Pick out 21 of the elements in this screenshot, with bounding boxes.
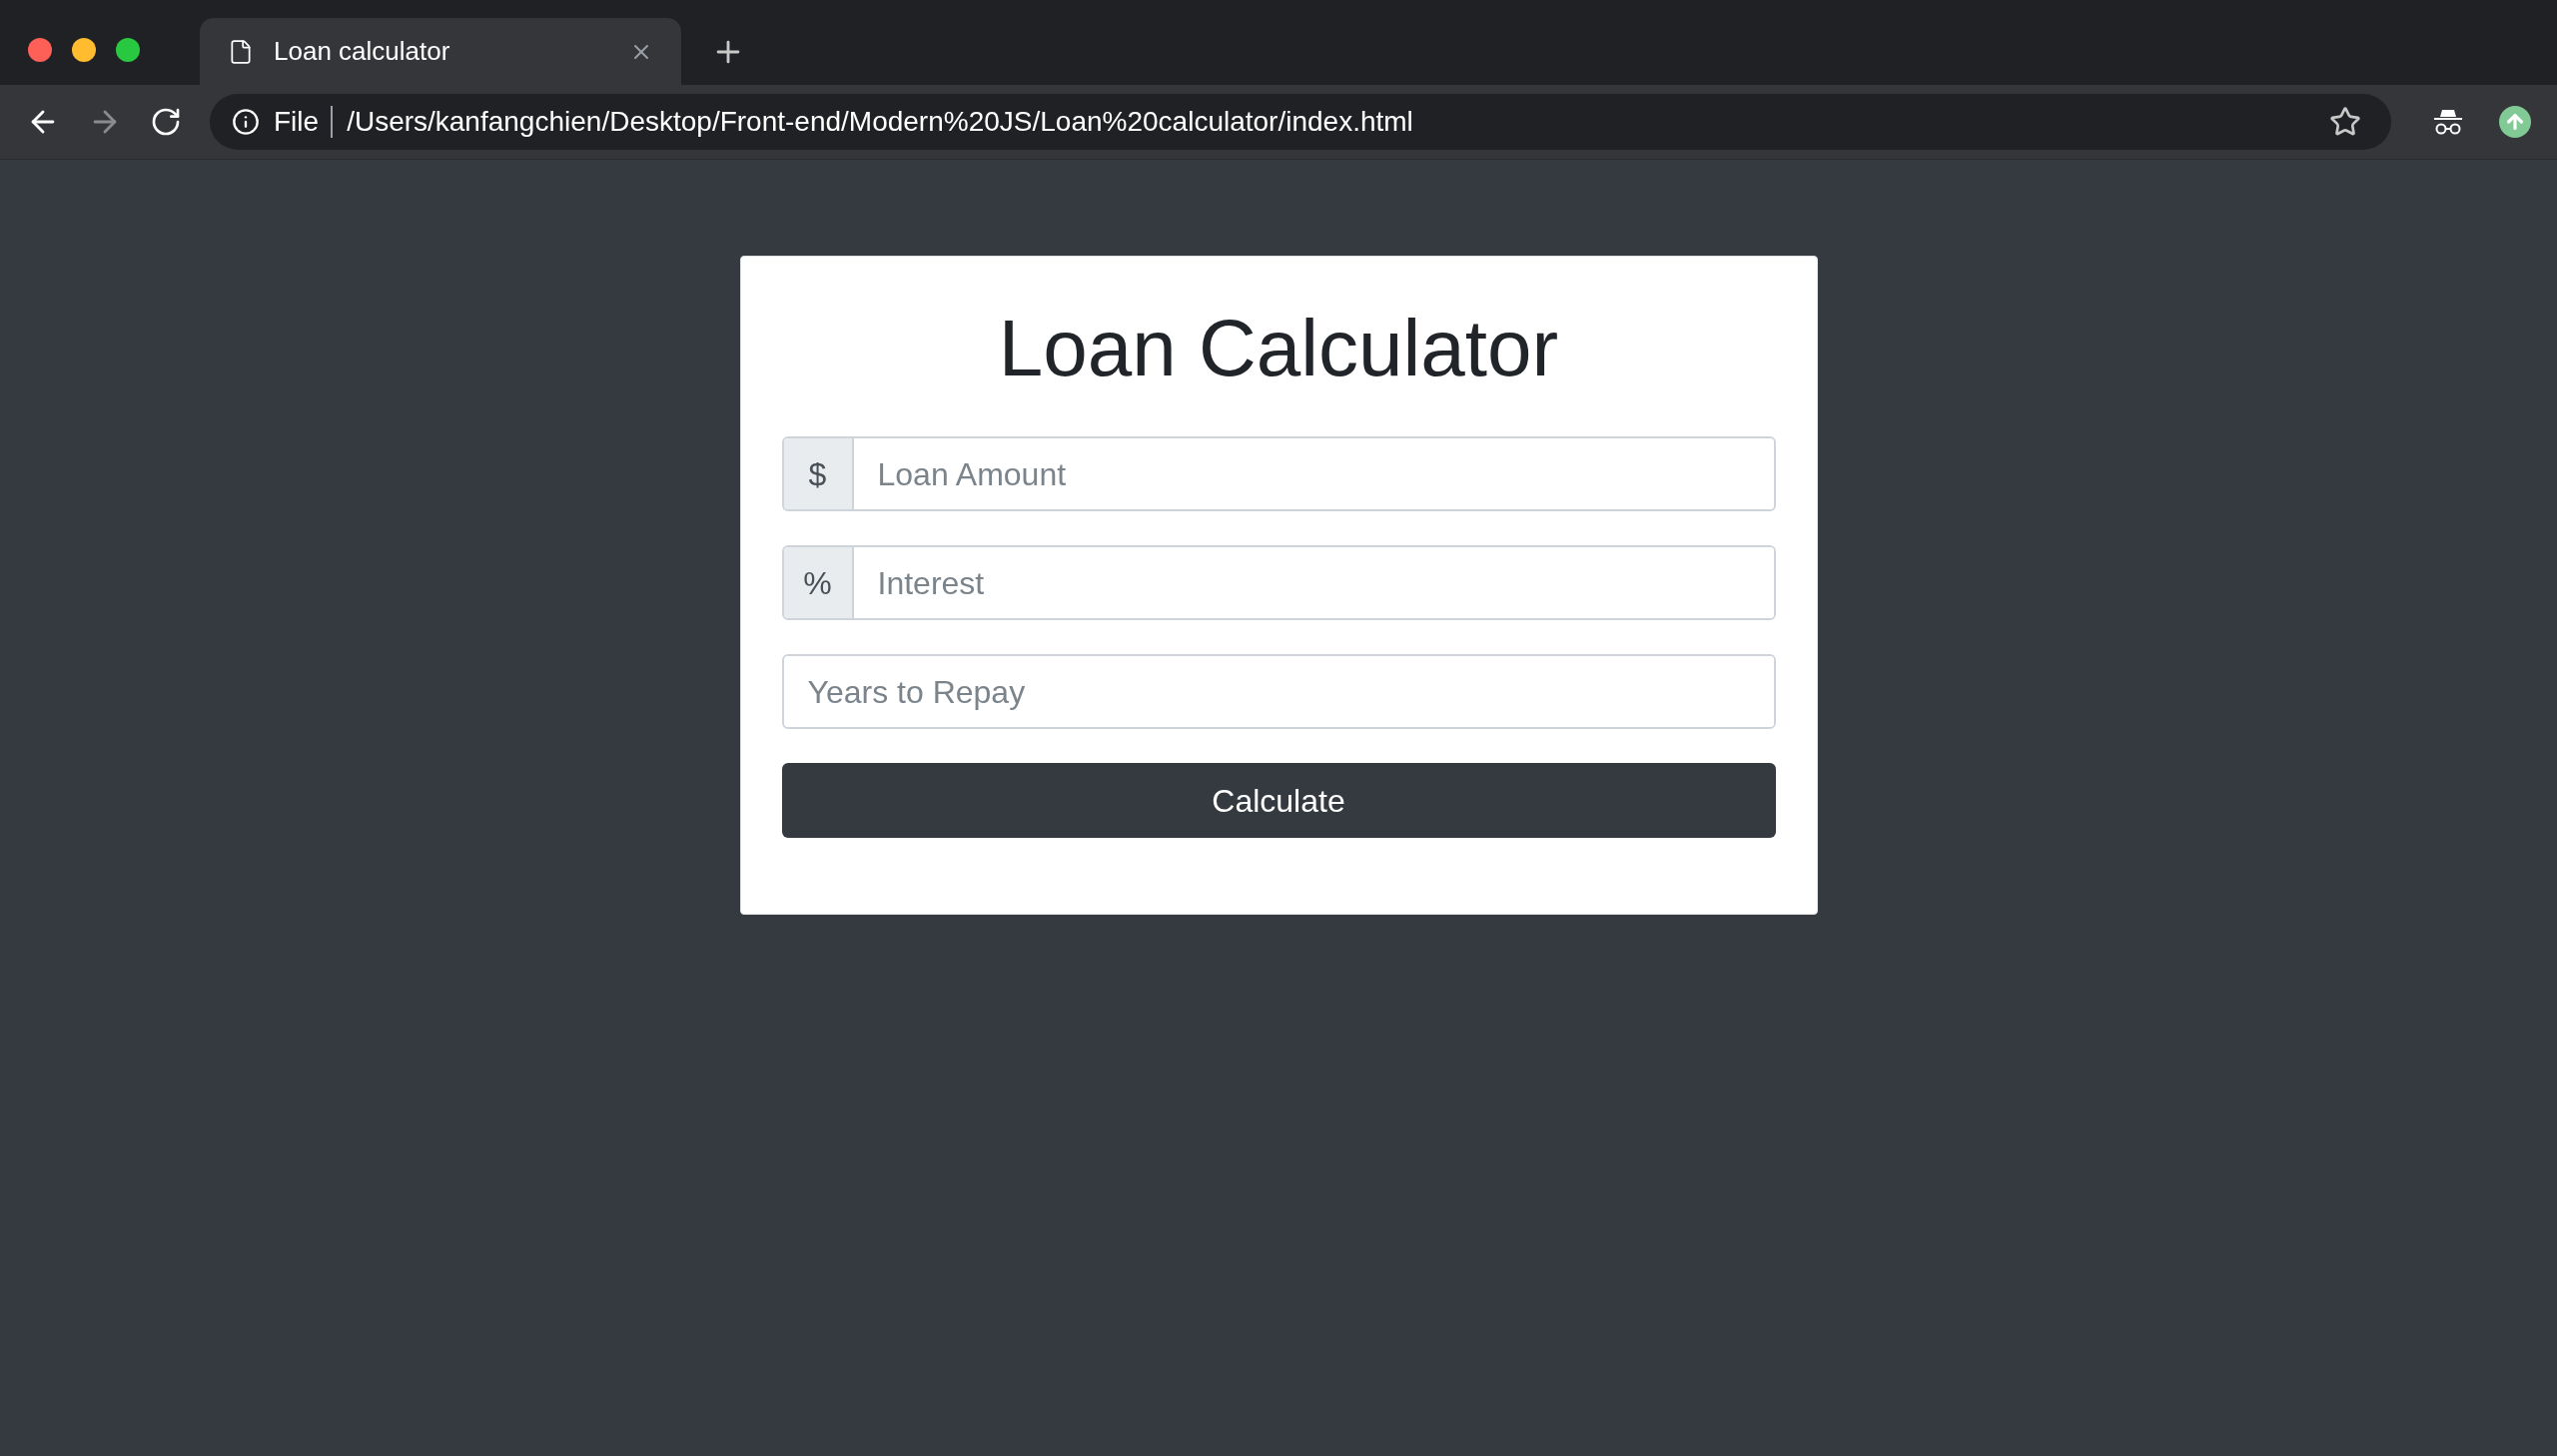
bookmark-star-icon[interactable] <box>2329 106 2361 138</box>
input-field[interactable]: $ Loan Amount <box>781 436 1776 511</box>
browser-tab[interactable]: Loan calculator <box>200 18 681 85</box>
input-field[interactable]: % Interest <box>781 545 1776 620</box>
close-window-icon[interactable] <box>28 37 52 62</box>
scheme-label: File <box>274 106 334 138</box>
maximize-window-icon[interactable] <box>116 37 140 62</box>
minimize-window-icon[interactable] <box>72 37 96 62</box>
input-prefix: % <box>783 547 854 618</box>
address-bar[interactable]: File /Users/kanfangchien/Desktop/Front-end/Modern%20JS/Loan%20calculator/index.html <box>210 94 2391 150</box>
input-field[interactable]: Years to Repay <box>781 654 1776 729</box>
calculate-button[interactable]: Calculate <box>781 763 1776 838</box>
update-icon[interactable] <box>2499 106 2531 138</box>
tab-title: Loan calculator <box>274 35 451 68</box>
info-icon[interactable] <box>232 108 260 136</box>
url-text: /Users/kanfangchien/Desktop/Front-end/Modern%20JS/Loan%20calculator/index.html <box>347 105 1414 139</box>
incognito-icon[interactable] <box>2433 108 2463 136</box>
reload-icon[interactable] <box>150 106 182 138</box>
page-icon <box>228 38 254 65</box>
input-prefix: $ <box>783 438 854 509</box>
card-title: Loan Calculator <box>997 303 1560 394</box>
